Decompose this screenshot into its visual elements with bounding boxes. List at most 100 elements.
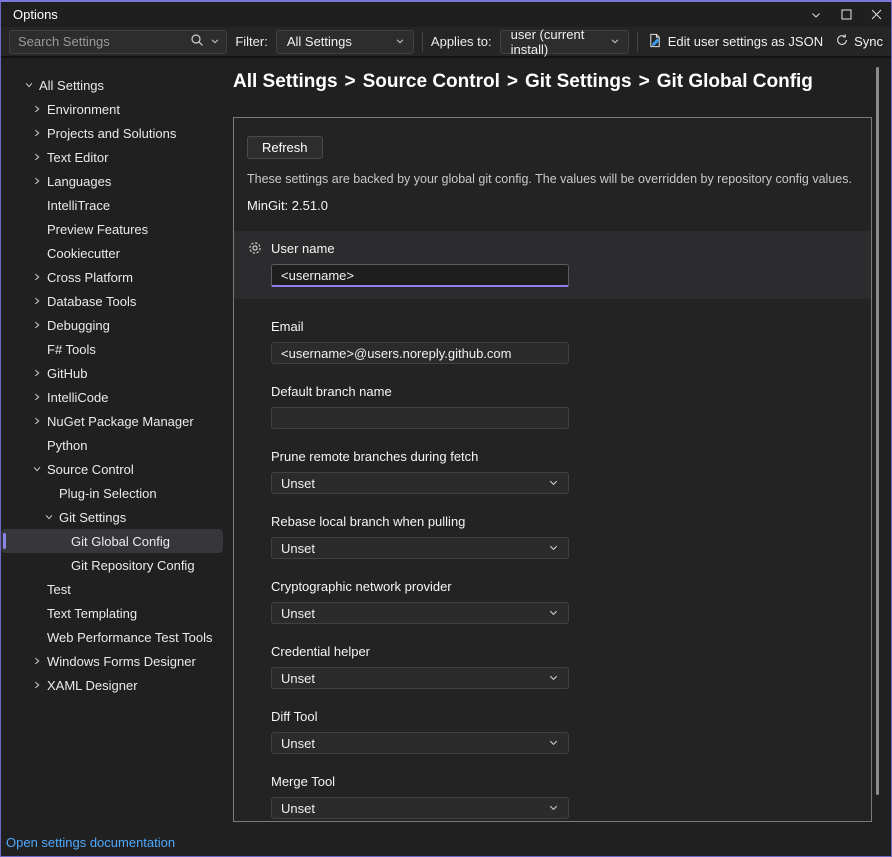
mingit-version: MinGit: 2.51.0 [247,198,858,213]
setting-label: Default branch name [271,384,392,399]
sidebar-item[interactable]: XAML Designer [1,673,223,697]
setting-group: Email <username>@users.noreply.github.co… [271,319,858,364]
tree-expander-icon[interactable] [29,149,45,165]
tree-expander-icon[interactable] [29,341,45,357]
tree-expander-icon[interactable] [29,101,45,117]
edit-json-button[interactable]: Edit user settings as JSON [646,31,825,53]
sidebar-item[interactable]: Plug-in Selection [1,481,223,505]
sidebar-item[interactable]: Preview Features [1,217,223,241]
tree-expander-icon[interactable] [29,629,45,645]
breadcrumb-segment[interactable]: Git Global Config [657,71,813,92]
breadcrumb-separator: > [338,71,363,92]
sidebar-item[interactable]: Text Templating [1,601,223,625]
selection-indicator [3,533,6,549]
sidebar-item[interactable]: Projects and Solutions [1,121,223,145]
sidebar-item[interactable]: Debugging [1,313,223,337]
filter-label: Filter: [235,34,268,49]
filter-dropdown[interactable]: All Settings [276,30,414,54]
search-input[interactable]: Search Settings [9,30,227,54]
tree-expander-icon[interactable] [29,317,45,333]
sidebar-item[interactable]: Test [1,577,223,601]
breadcrumb-segment[interactable]: Git Settings [525,71,632,92]
sidebar-item-label: Projects and Solutions [47,126,176,141]
setting-dropdown[interactable]: Unset [271,537,569,559]
sidebar-item[interactable]: Git Settings [1,505,223,529]
chevron-down-icon [548,541,559,556]
sidebar-item[interactable]: Git Repository Config [1,553,223,577]
tree-expander-icon[interactable] [29,677,45,693]
breadcrumb-segment[interactable]: All Settings [233,71,338,92]
setting-text-input[interactable] [271,407,569,429]
setting-label: Credential helper [271,644,370,659]
search-options-chevron-icon[interactable] [210,34,220,49]
setting-dropdown[interactable]: Unset [271,602,569,624]
tree-expander-icon[interactable] [29,173,45,189]
tree-expander-icon[interactable] [29,581,45,597]
title-bar: Options [1,2,891,27]
sidebar-item[interactable]: Windows Forms Designer [1,649,223,673]
tree-expander-icon[interactable] [29,653,45,669]
sidebar-item[interactable]: Text Editor [1,145,223,169]
setting-dropdown[interactable]: Unset [271,667,569,689]
tree-expander-icon[interactable] [41,509,57,525]
sidebar-item[interactable]: NuGet Package Manager [1,409,223,433]
tree-expander-icon[interactable] [29,605,45,621]
sidebar-item[interactable]: Source Control [1,457,223,481]
tree-expander-icon[interactable] [29,389,45,405]
tree-expander-icon[interactable] [29,293,45,309]
tree-expander-icon[interactable] [29,125,45,141]
tree-expander-icon[interactable] [29,437,45,453]
sidebar-item[interactable]: All Settings [1,73,223,97]
sidebar-item[interactable]: Environment [1,97,223,121]
maximize-icon[interactable] [831,2,861,27]
refresh-button[interactable]: Refresh [247,136,323,159]
sidebar-item[interactable]: Languages [1,169,223,193]
setting-text-input[interactable]: <username> [271,264,569,287]
sidebar-item[interactable]: Cross Platform [1,265,223,289]
chevron-down-icon [548,736,559,751]
sidebar-item[interactable]: Web Performance Test Tools [1,625,223,649]
setting-dropdown[interactable]: Unset [271,797,569,819]
sidebar-item-label: All Settings [39,78,104,93]
setting-value: <username> [281,268,354,283]
applies-to-dropdown[interactable]: user (current install) [500,30,629,54]
sidebar-item[interactable]: GitHub [1,361,223,385]
breadcrumb-separator: > [500,71,525,92]
sidebar-item-label: Text Templating [47,606,137,621]
setting-group: Prune remote branches during fetch Unset [271,449,858,494]
setting-dropdown[interactable]: Unset [271,732,569,754]
tree-expander-icon[interactable] [29,365,45,381]
tree-expander-icon[interactable] [29,197,45,213]
tree-expander-icon[interactable] [53,557,69,573]
sidebar-item-label: IntelliCode [47,390,108,405]
sidebar-item[interactable]: IntelliTrace [1,193,223,217]
breadcrumb-segment[interactable]: Source Control [363,71,500,92]
setting-dropdown[interactable]: Unset [271,472,569,494]
tree-expander-icon[interactable] [29,413,45,429]
gear-icon [247,240,263,256]
sidebar-item[interactable]: Python [1,433,223,457]
settings-doc-link[interactable]: Open settings documentation [6,835,175,850]
sidebar-item[interactable]: F# Tools [1,337,223,361]
sync-button[interactable]: Sync [833,31,885,52]
sidebar-item[interactable]: Cookiecutter [1,241,223,265]
sidebar-item[interactable]: Database Tools [1,289,223,313]
tree-expander-icon[interactable] [29,461,45,477]
window-menu-chevron-icon[interactable] [801,2,831,27]
tree-expander-icon[interactable] [41,485,57,501]
vertical-scrollbar[interactable] [876,67,879,795]
setting-value: Unset [281,801,315,816]
tree-expander-icon[interactable] [21,77,37,93]
tree-expander-icon[interactable] [29,245,45,261]
git-global-config-card: Refresh These settings are backed by you… [233,117,872,822]
setting-group: User name <username> [234,231,871,299]
setting-text-input[interactable]: <username>@users.noreply.github.com [271,342,569,364]
sidebar-item[interactable]: Git Global Config [1,529,223,553]
setting-value: <username>@users.noreply.github.com [281,346,511,361]
tree-expander-icon[interactable] [53,533,69,549]
tree-expander-icon[interactable] [29,269,45,285]
sidebar-item[interactable]: IntelliCode [1,385,223,409]
filter-value: All Settings [287,34,352,49]
tree-expander-icon[interactable] [29,221,45,237]
close-icon[interactable] [861,2,891,27]
